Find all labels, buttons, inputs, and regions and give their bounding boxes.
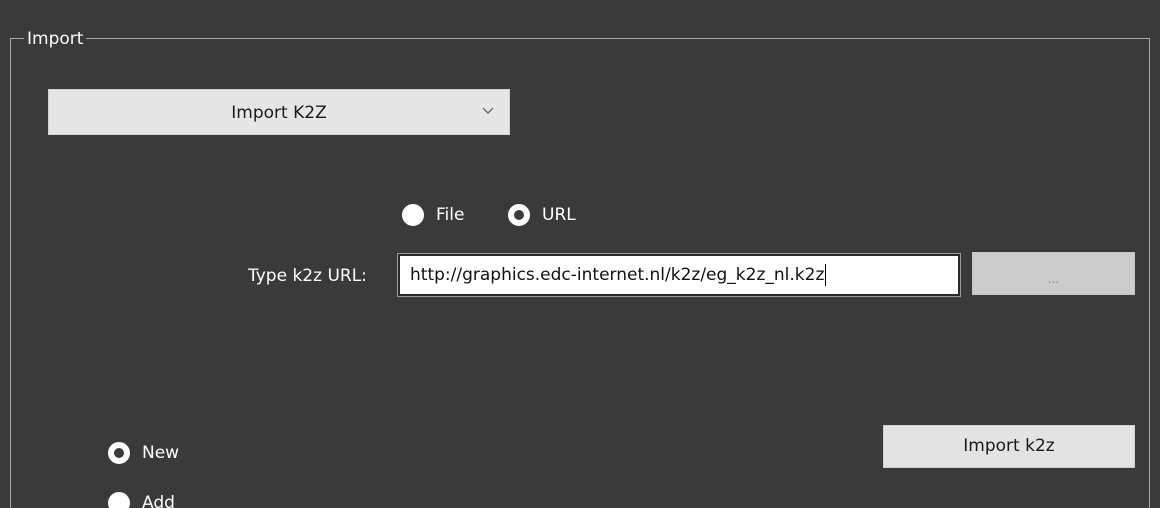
url-field-label: Type k2z URL: — [248, 266, 367, 286]
radio-file-indicator — [402, 204, 424, 226]
chevron-down-icon — [482, 107, 494, 114]
radio-file-label: File — [436, 205, 465, 225]
radio-new[interactable]: New — [108, 442, 179, 464]
browse-button[interactable]: ... — [972, 252, 1135, 295]
radio-new-label: New — [142, 443, 180, 463]
import-panel: Import Import K2Z File URL Type k2z URL:… — [0, 0, 1160, 508]
radio-add-indicator — [108, 492, 130, 508]
radio-add-label: Add — [142, 493, 175, 508]
radio-add[interactable]: Add — [108, 492, 175, 508]
text-caret — [825, 264, 827, 286]
radio-url-indicator — [508, 204, 530, 226]
import-type-selected: Import K2Z — [231, 103, 327, 123]
radio-file[interactable]: File — [402, 204, 464, 226]
import-k2z-button[interactable]: Import k2z — [883, 425, 1135, 468]
radio-new-indicator — [108, 442, 130, 464]
url-input[interactable]: http://graphics.edc-internet.nl/k2z/eg_k… — [397, 253, 961, 297]
url-input-value: http://graphics.edc-internet.nl/k2z/eg_k… — [410, 265, 825, 285]
radio-url[interactable]: URL — [508, 204, 576, 226]
radio-url-label: URL — [542, 205, 576, 225]
groupbox-title: Import — [24, 29, 87, 49]
import-type-dropdown[interactable]: Import K2Z — [48, 89, 510, 135]
